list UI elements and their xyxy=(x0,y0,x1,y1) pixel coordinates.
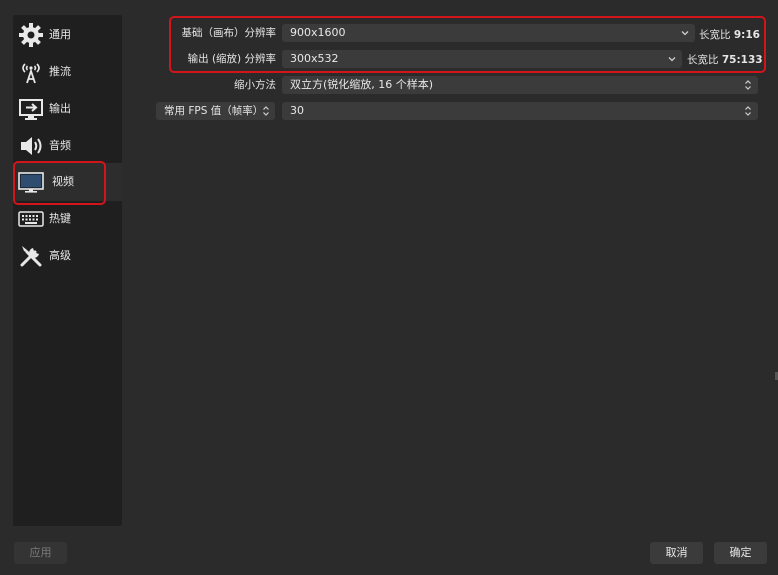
resolution-highlight-box xyxy=(169,16,766,73)
downscale-filter-value: 双立方(锐化缩放, 16 个样本) xyxy=(290,78,434,91)
sidebar-item-stream[interactable]: 推流 xyxy=(13,54,122,90)
downscale-filter-select[interactable]: 双立方(锐化缩放, 16 个样本) xyxy=(282,76,758,94)
sidebar-item-label: 输出 xyxy=(49,102,71,115)
sidebar-item-audio[interactable]: 音频 xyxy=(13,128,122,164)
video-highlight-box xyxy=(13,161,106,205)
sidebar-item-general[interactable]: 通用 xyxy=(13,17,122,53)
output-icon xyxy=(19,99,43,120)
fps-value: 30 xyxy=(290,104,304,117)
cancel-button[interactable]: 取消 xyxy=(650,542,703,564)
updown-chevron-icon xyxy=(745,106,751,116)
fps-type-label: 常用 FPS 值（帧率） xyxy=(164,105,264,117)
sidebar-item-label: 音频 xyxy=(49,139,71,152)
sidebar-item-label: 通用 xyxy=(49,28,71,41)
sidebar-item-label: 推流 xyxy=(49,65,71,78)
speaker-icon xyxy=(21,137,42,155)
broadcast-icon xyxy=(22,63,40,84)
tools-icon xyxy=(20,246,42,267)
fps-type-select[interactable]: 常用 FPS 值（帧率） xyxy=(156,102,275,120)
downscale-filter-label: 缩小方法 xyxy=(234,79,276,91)
gear-icon xyxy=(19,23,43,47)
updown-chevron-icon xyxy=(745,80,751,90)
sidebar-item-label: 高级 xyxy=(49,249,71,262)
sidebar-item-advanced[interactable]: 高级 xyxy=(13,238,122,274)
apply-button[interactable]: 应用 xyxy=(14,542,67,564)
updown-chevron-icon xyxy=(263,106,269,116)
ok-button[interactable]: 确定 xyxy=(714,542,767,564)
sidebar-item-output[interactable]: 输出 xyxy=(13,91,122,127)
settings-sidebar: 通用 推流 输出 音频 视频 热键 高级 xyxy=(13,15,122,526)
sidebar-item-label: 热键 xyxy=(49,212,71,225)
fps-value-select[interactable]: 30 xyxy=(282,102,758,120)
keyboard-icon xyxy=(18,211,44,227)
sidebar-item-hotkeys[interactable]: 热键 xyxy=(13,201,122,237)
